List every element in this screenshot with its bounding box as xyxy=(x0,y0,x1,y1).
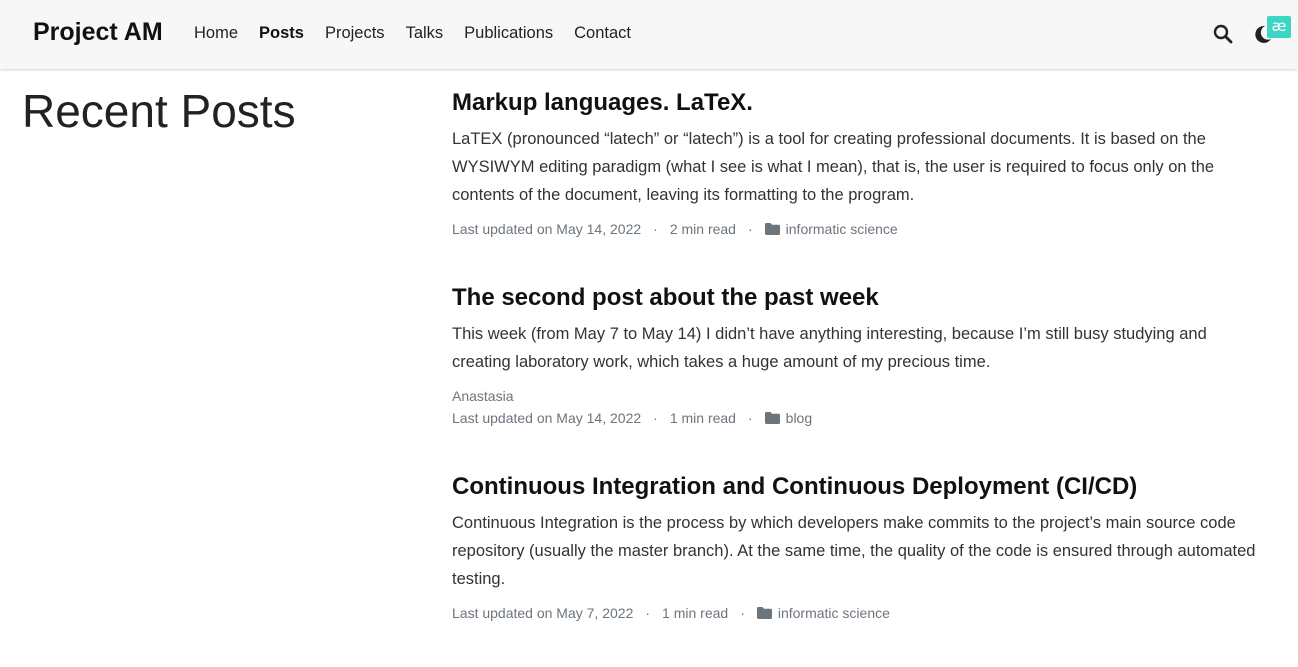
main-nav: Home Posts Projects Talks Publications C… xyxy=(194,24,652,43)
post-summary: Continuous Integration is the process by… xyxy=(452,514,1256,588)
post-meta: Last updated on May 14, 2022 · 1 min rea… xyxy=(452,410,1262,426)
post-category-link[interactable]: blog xyxy=(786,410,812,426)
folder-icon xyxy=(764,223,780,235)
folder-icon xyxy=(756,607,772,619)
post-read-time: 2 min read xyxy=(669,221,736,237)
nav-link-talks[interactable]: Talks xyxy=(406,24,444,43)
meta-separator: · xyxy=(653,221,658,237)
post-title[interactable]: The second post about the past week xyxy=(452,283,1262,313)
site-brand[interactable]: Project AM xyxy=(33,18,163,47)
post-read-time: 1 min read xyxy=(669,410,736,426)
nav-link-posts[interactable]: Posts xyxy=(259,24,304,43)
meta-separator: · xyxy=(645,605,651,621)
nav-link-projects[interactable]: Projects xyxy=(325,24,385,43)
post-meta: Last updated on May 14, 2022 · 2 min rea… xyxy=(452,221,1262,237)
post-title[interactable]: Continuous Integration and Continuous De… xyxy=(452,472,1262,502)
top-navbar: Project AM Home Posts Projects Talks Pub… xyxy=(0,0,1298,69)
post-read-time: 1 min read xyxy=(662,605,729,621)
post-item: Continuous Integration and Continuous De… xyxy=(452,472,1262,621)
page-title: Recent Posts xyxy=(22,85,296,137)
post-summary: This week (from May 7 to May 14) I didn’… xyxy=(452,325,1207,371)
post-list: Markup languages. LaTeX. LaTEX (pronounc… xyxy=(452,88,1262,667)
translate-badge[interactable]: æ xyxy=(1267,16,1291,38)
post-category-link[interactable]: informatic science xyxy=(786,221,898,237)
post-item: Markup languages. LaTeX. LaTEX (pronounc… xyxy=(452,88,1262,237)
search-icon[interactable] xyxy=(1213,24,1233,44)
post-item: The second post about the past week This… xyxy=(452,283,1262,426)
post-updated: Last updated on May 14, 2022 xyxy=(452,221,642,237)
meta-separator: · xyxy=(747,221,753,237)
nav-link-home[interactable]: Home xyxy=(194,24,238,43)
folder-icon xyxy=(764,412,780,424)
meta-separator: · xyxy=(740,605,745,621)
post-category-link[interactable]: informatic science xyxy=(778,605,890,621)
nav-link-publications[interactable]: Publications xyxy=(464,24,553,43)
meta-separator: · xyxy=(747,410,753,426)
post-meta: Last updated on May 7, 2022 · 1 min read… xyxy=(452,605,1262,621)
post-title[interactable]: Markup languages. LaTeX. xyxy=(452,88,1262,118)
post-updated: Last updated on May 7, 2022 xyxy=(452,605,634,621)
meta-separator: · xyxy=(653,410,658,426)
post-author-link[interactable]: Anastasia xyxy=(452,388,1262,404)
nav-link-contact[interactable]: Contact xyxy=(574,24,631,43)
post-updated: Last updated on May 14, 2022 xyxy=(452,410,642,426)
post-summary: LaTEX (pronounced “latech” or “latech”) … xyxy=(452,130,1215,204)
